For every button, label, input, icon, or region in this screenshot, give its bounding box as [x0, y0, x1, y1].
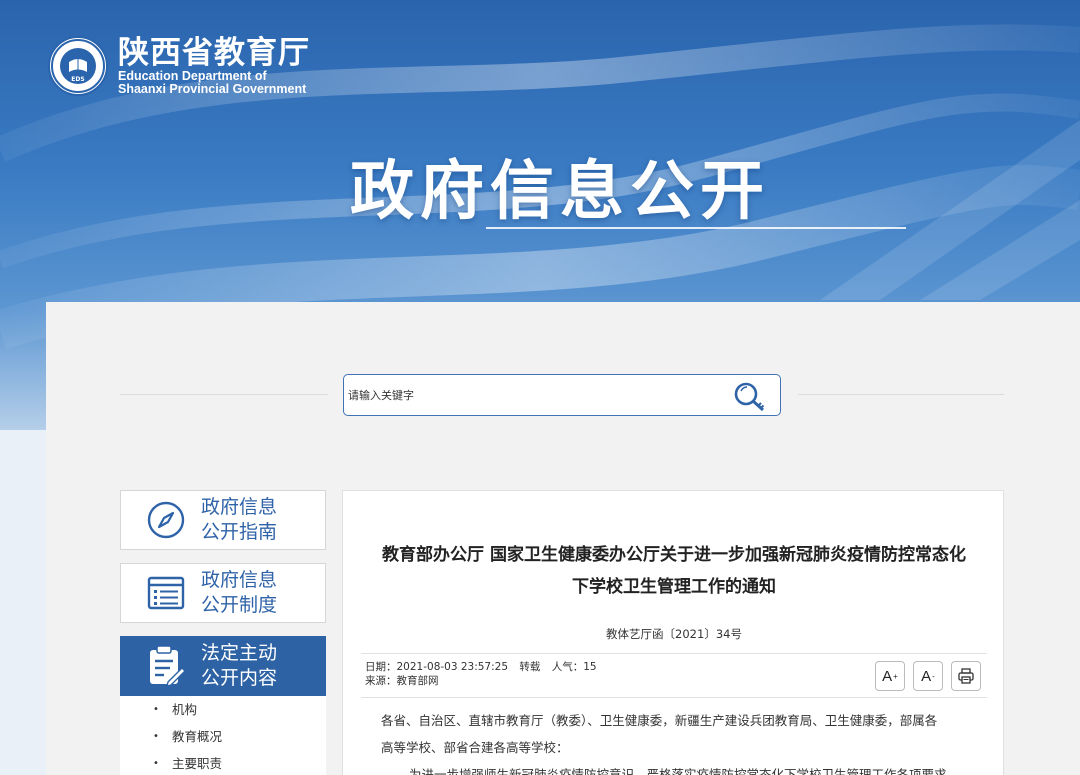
list-document-icon: [145, 572, 187, 614]
sidebar-item-overview[interactable]: 教育概况: [120, 723, 326, 750]
search-divider-right: [798, 394, 1004, 395]
font-increase-button[interactable]: A +: [875, 661, 905, 691]
sidebar-card-label: 公开指南: [201, 521, 278, 543]
search-input[interactable]: [348, 383, 708, 407]
article-panel: 教育部办公厅 国家卫生健康委办公厅关于进一步加强新冠肺炎疫情防控常态化 下学校卫…: [342, 490, 1004, 775]
view-count: 人气：15: [551, 661, 597, 673]
print-icon: [958, 668, 974, 684]
document-number: 教体艺厅函〔2021〕34号: [606, 627, 742, 641]
sidebar-card-label: 公开制度: [201, 594, 278, 616]
body-paragraph: 为进一步增强师生新冠肺炎疫情防控意识，严格落实疫情防控常态化下学校卫生管理工作各…: [409, 767, 947, 775]
article-body: 各省、自治区、直辖市教育厅（教委）、卫生健康委，新疆生产建设兵团教育局、卫生健康…: [381, 707, 971, 775]
article-title: 教育部办公厅 国家卫生健康委办公厅关于进一步加强新冠肺炎疫情防控常态化 下学校卫…: [343, 539, 1005, 603]
article-title-line1: 教育部办公厅 国家卫生健康委办公厅关于进一步加强新冠肺炎疫情防控常态化: [382, 545, 966, 565]
org-seal-icon: EDS: [48, 36, 108, 96]
search-key-icon[interactable]: [732, 380, 772, 412]
svg-text:EDS: EDS: [71, 76, 84, 83]
sidebar-card-content[interactable]: 法定主动 公开内容: [120, 636, 326, 696]
sidebar-submenu: 机构 教育概况 主要职责: [120, 696, 326, 775]
article-source: 来源：教育部网: [365, 675, 439, 687]
print-button[interactable]: [951, 661, 981, 691]
font-increase-label: A: [882, 667, 893, 685]
sidebar-card-label: 法定主动: [201, 642, 278, 664]
meta-divider-bottom: [361, 697, 987, 698]
sidebar-card-label: 政府信息: [201, 569, 278, 591]
search-divider-left: [120, 394, 328, 395]
clipboard-edit-icon: [145, 645, 187, 687]
meta-divider-top: [361, 653, 987, 654]
article-title-line2: 下学校卫生管理工作的通知: [572, 577, 776, 597]
sidebar-card-policy[interactable]: 政府信息 公开制度: [120, 563, 326, 623]
org-logo[interactable]: EDS 陕西省教育厅 Education Department of Shaan…: [48, 36, 310, 96]
font-decrease-label: A: [921, 667, 932, 685]
publish-date: 日期：2021-08-03 23:57:25: [365, 661, 509, 673]
font-decrease-button[interactable]: A-: [913, 661, 943, 691]
page-title: 政府信息公开: [350, 155, 770, 229]
search-box: [343, 374, 781, 416]
org-name-en-line2: Shaanxi Provincial Government: [118, 82, 307, 96]
sidebar-item-duties[interactable]: 主要职责: [120, 750, 326, 775]
sidebar-item-institution[interactable]: 机构: [120, 696, 326, 723]
body-paragraph: 各省、自治区、直辖市教育厅（教委）、卫生健康委，新疆生产建设兵团教育局、卫生健康…: [381, 713, 938, 728]
org-name-cn: 陕西省教育厅: [118, 35, 310, 71]
main-panel: 政府信息 公开指南 政府信息 公开制度: [46, 302, 1080, 775]
body-paragraph: 高等学校、部省合建各高等学校：: [381, 740, 569, 755]
article-meta: 日期：2021-08-03 23:57:25 转载 人气：15 来源：教育部网: [365, 660, 605, 688]
sidebar-card-guide[interactable]: 政府信息 公开指南: [120, 490, 326, 550]
repost-label: 转载: [519, 661, 541, 673]
sidebar-card-label: 公开内容: [201, 667, 278, 689]
title-underline: [486, 227, 906, 229]
compass-icon: [145, 499, 187, 541]
sidebar-card-label: 政府信息: [201, 496, 278, 518]
